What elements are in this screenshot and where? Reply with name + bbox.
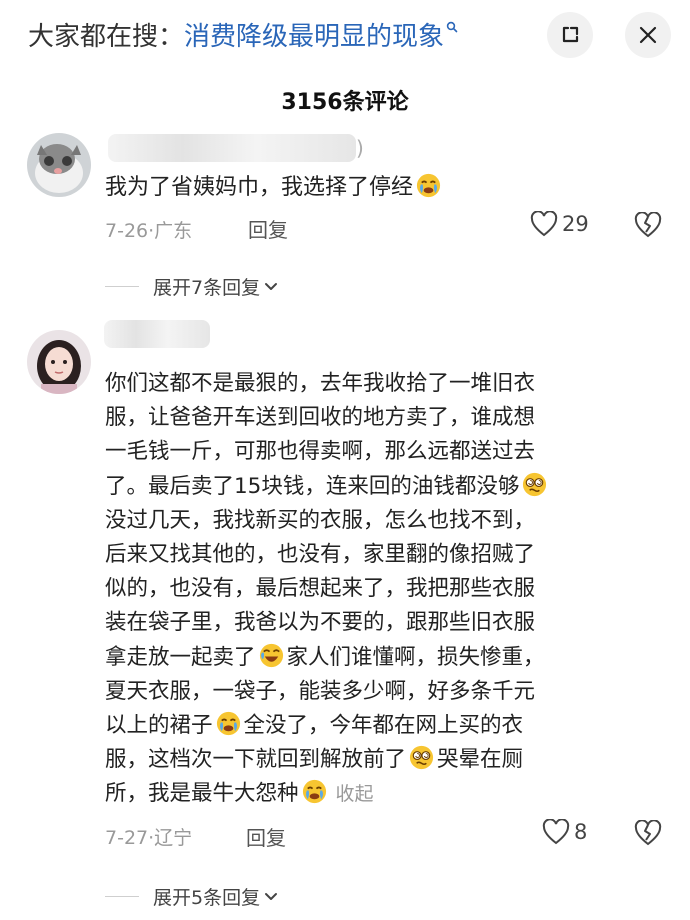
comment-line: 后来又找其他的，也没有，家里翻的像招贼了 bbox=[105, 542, 536, 568]
rofl-emoji-icon bbox=[259, 643, 283, 667]
crying-emoji-icon bbox=[302, 780, 326, 804]
like-count: 8 bbox=[574, 820, 588, 844]
comment-line: 家人们谁懂啊，损失惨重， bbox=[286, 644, 545, 670]
comment-location: 广东 bbox=[154, 220, 193, 242]
username-blurred[interactable] bbox=[104, 320, 210, 348]
expand-button[interactable] bbox=[547, 12, 593, 58]
collapse-button[interactable]: 收起 bbox=[336, 783, 374, 805]
comment-line: 夏天衣服，一袋子，能装多少啊，好多条千元 bbox=[105, 678, 536, 704]
expand-divider bbox=[105, 896, 139, 897]
expand-replies-label: 展开7条回复 bbox=[153, 277, 261, 299]
comment-line: 装在袋子里，我爸以为不要的，跟那些旧衣服 bbox=[105, 610, 536, 636]
expand-divider bbox=[105, 286, 139, 287]
comment-line: 拿走放一起卖了 bbox=[105, 644, 256, 670]
expand-replies-label: 展开5条回复 bbox=[153, 887, 261, 909]
search-icon bbox=[446, 21, 458, 33]
broken-heart-icon[interactable] bbox=[634, 820, 662, 846]
comment-line: 了。最后卖了15块钱，连来回的油钱都没够 bbox=[105, 473, 520, 499]
comment-line: 以上的裙子 bbox=[105, 713, 213, 739]
like-button[interactable]: 8 bbox=[542, 819, 587, 845]
broken-heart-icon[interactable] bbox=[634, 212, 662, 238]
crying-emoji-icon bbox=[216, 711, 240, 736]
close-button[interactable] bbox=[625, 12, 671, 58]
comment-line: 似的，也没有，最后想起来了，我把那些衣服 bbox=[105, 576, 536, 602]
expand-replies-button[interactable]: 展开5条回复 bbox=[105, 883, 278, 910]
avatar[interactable] bbox=[27, 133, 91, 197]
comment-date: 7-27 bbox=[105, 827, 149, 849]
heart-icon bbox=[530, 211, 558, 237]
comment-count: 3156条评论 bbox=[281, 90, 409, 115]
hot-search-link[interactable]: 大家都在搜：消费降级最明显的现象 bbox=[28, 16, 458, 53]
chevron-down-icon bbox=[265, 282, 278, 290]
heart-icon bbox=[542, 819, 570, 845]
comment-line: 没过几天，我找新买的衣服，怎么也找不到， bbox=[105, 507, 536, 533]
reply-button[interactable]: 回复 bbox=[246, 822, 286, 851]
username-tail: ) bbox=[356, 136, 364, 160]
close-icon bbox=[639, 26, 657, 44]
like-count: 29 bbox=[562, 212, 589, 236]
comment-text: 你们这都不是最狠的，去年我收拾了一堆旧衣 服，让爸爸开车送到回收的地方卖了，谁成… bbox=[105, 367, 665, 812]
comment-line: 服，这档次一下就回到解放前了 bbox=[105, 747, 407, 773]
comment-text: 我为了省姨妈巾，我选择了停经 bbox=[105, 171, 444, 205]
comment-line: 所，我是最牛大怨种 bbox=[105, 781, 299, 807]
expand-replies-button[interactable]: 展开7条回复 bbox=[105, 273, 278, 300]
reply-button[interactable]: 回复 bbox=[248, 214, 288, 243]
like-button[interactable]: 29 bbox=[530, 211, 589, 237]
username-blurred[interactable] bbox=[108, 134, 356, 162]
chevron-down-icon bbox=[265, 892, 278, 900]
dizzy-face-emoji-icon bbox=[523, 472, 547, 496]
hot-search-prefix: 大家都在搜： bbox=[28, 22, 185, 52]
comment-meta: 7-27·辽宁 bbox=[105, 827, 193, 849]
comment-meta: 7-26·广东 bbox=[105, 220, 193, 242]
comment-line: 全没了，今年都在网上买的衣 bbox=[243, 713, 524, 739]
comment-text-content: 我为了省姨妈巾，我选择了停经 bbox=[105, 175, 414, 200]
comment-line: 一毛钱一斤，可那也得卖啊，那么远都送过去 bbox=[105, 439, 536, 465]
crying-emoji-icon bbox=[416, 173, 441, 198]
top-bar: 大家都在搜：消费降级最明显的现象 bbox=[0, 0, 690, 72]
comment-location: 辽宁 bbox=[154, 827, 193, 849]
comment-date: 7-26 bbox=[105, 220, 149, 242]
dizzy-face-emoji-icon bbox=[409, 746, 434, 770]
comment-line: 哭晕在厕 bbox=[437, 747, 524, 773]
comment-line: 你们这都不是最狠的，去年我收拾了一堆旧衣 bbox=[105, 371, 536, 396]
expand-icon bbox=[562, 26, 579, 43]
comment-line: 服，让爸爸开车送到回收的地方卖了，谁成想 bbox=[105, 405, 536, 431]
hot-search-query[interactable]: 消费降级最明显的现象 bbox=[184, 22, 444, 52]
avatar[interactable] bbox=[27, 330, 91, 394]
